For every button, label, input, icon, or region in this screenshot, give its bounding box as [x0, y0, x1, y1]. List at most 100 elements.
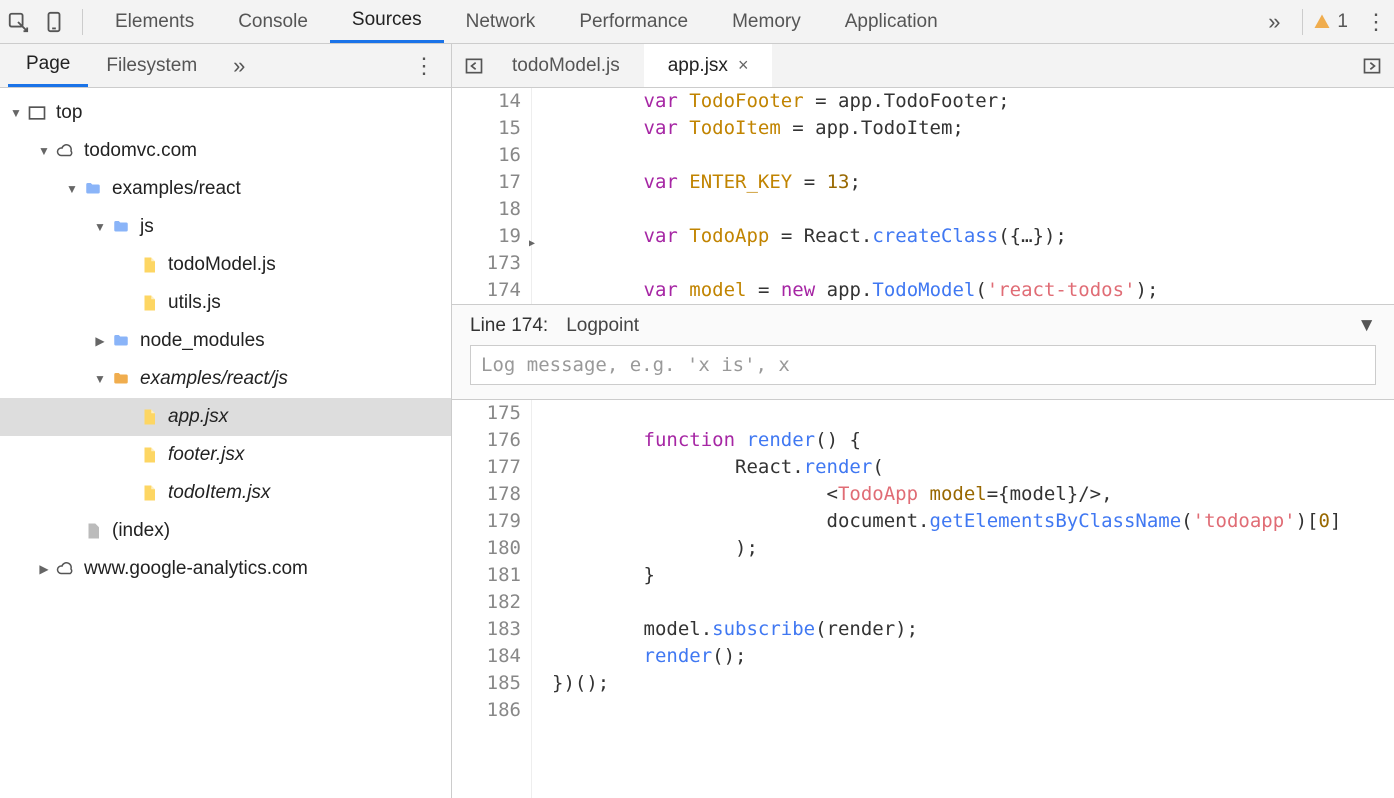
- panel-tab-elements[interactable]: Elements: [93, 0, 216, 43]
- tree-item[interactable]: ▶ www.google-analytics.com: [0, 550, 451, 588]
- line-number[interactable]: 16: [452, 142, 521, 169]
- show-debugger-icon[interactable]: [1358, 52, 1386, 80]
- line-number[interactable]: 180: [452, 535, 521, 562]
- disclosure-icon[interactable]: ▼: [64, 182, 80, 196]
- tree-item[interactable]: utils.js: [0, 284, 451, 322]
- disclosure-icon[interactable]: ▼: [36, 144, 52, 158]
- panel-tab-console[interactable]: Console: [216, 0, 330, 43]
- code-line[interactable]: [532, 697, 1394, 724]
- code-line[interactable]: var TodoFooter = app.TodoFooter;: [532, 88, 1394, 115]
- panel-tab-network[interactable]: Network: [444, 0, 558, 43]
- disclosure-icon[interactable]: ▼: [92, 220, 108, 234]
- panel-tab-performance[interactable]: Performance: [557, 0, 710, 43]
- more-panels-icon[interactable]: »: [1256, 4, 1292, 40]
- code-line[interactable]: var ENTER_KEY = 13;: [532, 169, 1394, 196]
- line-number[interactable]: 18: [452, 196, 521, 223]
- line-number[interactable]: 14: [452, 88, 521, 115]
- line-number[interactable]: 15: [452, 115, 521, 142]
- code-line[interactable]: [532, 196, 1394, 223]
- panel-tab-sources[interactable]: Sources: [330, 0, 444, 43]
- line-number[interactable]: 185: [452, 670, 521, 697]
- tree-item-label: www.google-analytics.com: [84, 558, 308, 580]
- navigator-tabs: PageFilesystem » ⋮: [0, 44, 451, 88]
- code-line[interactable]: <TodoApp model={model}/>,: [532, 481, 1394, 508]
- line-number[interactable]: 174: [452, 277, 521, 304]
- code-line[interactable]: [532, 589, 1394, 616]
- code-line[interactable]: render();: [532, 643, 1394, 670]
- line-number[interactable]: 175: [452, 400, 521, 427]
- editor-tab[interactable]: todoModel.js: [488, 44, 644, 87]
- tree-item[interactable]: ▼ todomvc.com: [0, 132, 451, 170]
- code-line[interactable]: var model = new app.TodoModel('react-tod…: [532, 277, 1394, 304]
- disclosure-icon[interactable]: ▼: [8, 106, 24, 120]
- editor-tab[interactable]: app.jsx×: [644, 44, 773, 87]
- code-line[interactable]: var TodoApp = React.createClass({…});: [532, 223, 1394, 250]
- panel-tab-memory[interactable]: Memory: [710, 0, 823, 43]
- code-line[interactable]: model.subscribe(render);: [532, 616, 1394, 643]
- line-number[interactable]: 19▶: [452, 223, 521, 250]
- line-number[interactable]: 177: [452, 454, 521, 481]
- code-line[interactable]: );: [532, 535, 1394, 562]
- close-icon[interactable]: ×: [738, 55, 749, 76]
- tree-item-label: examples/react: [112, 178, 241, 200]
- nav-back-icon[interactable]: [460, 52, 488, 80]
- inspect-icon[interactable]: [0, 4, 36, 40]
- tree-item[interactable]: ▼js: [0, 208, 451, 246]
- file-js-icon: [136, 254, 162, 276]
- warnings-indicator[interactable]: 1: [1313, 11, 1348, 33]
- tree-item[interactable]: todoItem.jsx: [0, 474, 451, 512]
- folder-icon: [108, 218, 134, 236]
- line-number[interactable]: 179: [452, 508, 521, 535]
- code-line[interactable]: }: [532, 562, 1394, 589]
- line-number[interactable]: 173: [452, 250, 521, 277]
- code-line[interactable]: function render() {: [532, 427, 1394, 454]
- code-line[interactable]: React.render(: [532, 454, 1394, 481]
- breakpoint-type-select[interactable]: Logpoint: [566, 315, 639, 337]
- line-number[interactable]: 181: [452, 562, 521, 589]
- tree-item-label: top: [56, 102, 82, 124]
- line-number[interactable]: 176: [452, 427, 521, 454]
- code-line[interactable]: })();: [532, 670, 1394, 697]
- code-line[interactable]: [532, 142, 1394, 169]
- more-nav-tabs-icon[interactable]: »: [215, 44, 263, 87]
- panel-tab-application[interactable]: Application: [823, 0, 960, 43]
- device-icon[interactable]: [36, 4, 72, 40]
- tree-item[interactable]: footer.jsx: [0, 436, 451, 474]
- nav-tab-filesystem[interactable]: Filesystem: [88, 44, 215, 87]
- tree-item[interactable]: (index): [0, 512, 451, 550]
- fold-icon[interactable]: ▶: [529, 230, 535, 257]
- tree-item-label: node_modules: [140, 330, 265, 352]
- tree-item-label: footer.jsx: [168, 444, 244, 466]
- tree-item-label: utils.js: [168, 292, 221, 314]
- tree-item[interactable]: app.jsx: [0, 398, 451, 436]
- folder-icon: [108, 332, 134, 350]
- code-line[interactable]: [532, 400, 1394, 427]
- code-line[interactable]: document.getElementsByClassName('todoapp…: [532, 508, 1394, 535]
- kebab-menu-icon[interactable]: ⋮: [1358, 9, 1394, 35]
- line-number[interactable]: 178: [452, 481, 521, 508]
- line-number[interactable]: 186: [452, 697, 521, 724]
- tree-item-label: todomvc.com: [84, 140, 197, 162]
- line-number[interactable]: 17: [452, 169, 521, 196]
- nav-tab-page[interactable]: Page: [8, 44, 88, 87]
- chevron-down-icon[interactable]: ▼: [1357, 315, 1376, 337]
- code-line[interactable]: [532, 250, 1394, 277]
- navigator-menu-icon[interactable]: ⋮: [405, 53, 443, 79]
- line-number[interactable]: 182: [452, 589, 521, 616]
- tree-item[interactable]: ▼ top: [0, 94, 451, 132]
- tree-item[interactable]: ▼examples/react/js: [0, 360, 451, 398]
- tree-item[interactable]: ▶ node_modules: [0, 322, 451, 360]
- panel-tabs: ElementsConsoleSourcesNetworkPerformance…: [93, 0, 1256, 43]
- logpoint-editor: Line 174: Logpoint ▼: [452, 304, 1394, 400]
- disclosure-icon[interactable]: ▼: [92, 372, 108, 386]
- tree-item[interactable]: ▼ examples/react: [0, 170, 451, 208]
- line-number[interactable]: 183: [452, 616, 521, 643]
- logpoint-input[interactable]: [470, 345, 1376, 385]
- logpoint-line-label: Line 174:: [470, 315, 548, 337]
- disclosure-icon[interactable]: ▶: [36, 562, 52, 576]
- code-line[interactable]: var TodoItem = app.TodoItem;: [532, 115, 1394, 142]
- tree-item[interactable]: todoModel.js: [0, 246, 451, 284]
- disclosure-icon[interactable]: ▶: [92, 334, 108, 348]
- cloud-icon: [52, 142, 78, 160]
- line-number[interactable]: 184: [452, 643, 521, 670]
